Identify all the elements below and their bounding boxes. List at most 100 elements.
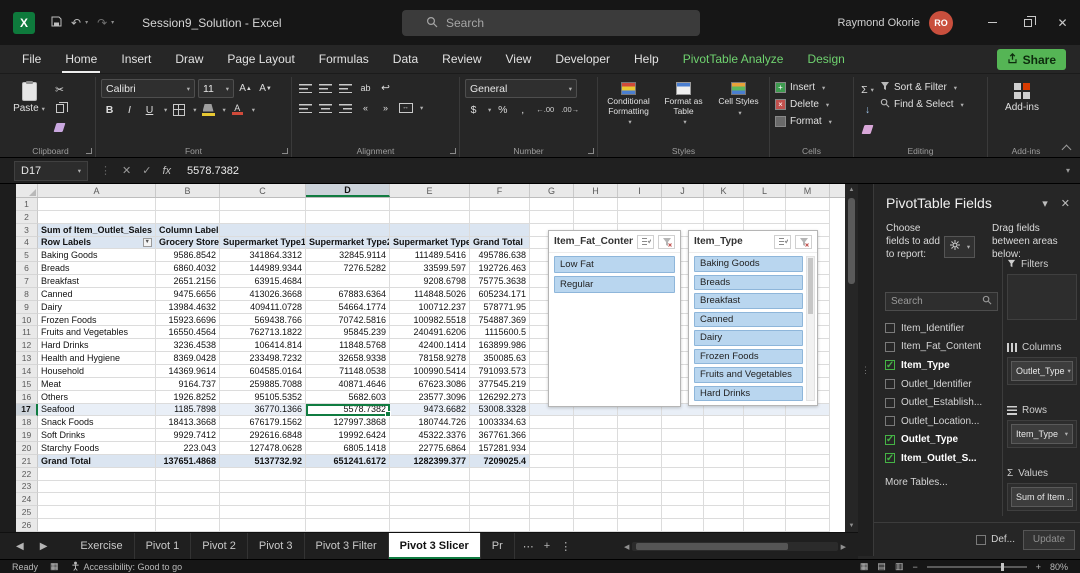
cell-K21[interactable] [704, 454, 744, 468]
cell-M23[interactable] [786, 480, 830, 494]
cell-A12[interactable]: Hard Drinks [38, 339, 156, 353]
cell-E16[interactable]: 23577.3096 [390, 390, 470, 404]
column-header-j[interactable]: J [662, 184, 704, 197]
cell-B16[interactable]: 1926.8252 [156, 390, 220, 404]
vertical-scrollbar[interactable]: ▲ ▼ [845, 184, 858, 532]
more-sheets-icon[interactable]: ⋯ [523, 540, 534, 553]
cell-D21[interactable]: 651241.6172 [306, 454, 390, 468]
cell-B7[interactable]: 2651.2156 [156, 275, 220, 288]
increase-decimal-button[interactable]: ←.00 [534, 104, 556, 115]
cell-A18[interactable]: Snack Foods [38, 416, 156, 430]
cell-B2[interactable] [156, 210, 220, 224]
sheet-tab-pivot-1[interactable]: Pivot 1 [135, 533, 192, 559]
name-box[interactable]: D17 ▾ [14, 160, 88, 181]
cell-C18[interactable]: 676179.1562 [220, 416, 306, 430]
search-box[interactable]: Search [402, 10, 700, 36]
cell-B10[interactable]: 15923.6696 [156, 313, 220, 327]
cell-C24[interactable] [220, 493, 306, 507]
cell-G22[interactable] [530, 467, 574, 481]
scroll-down-icon[interactable]: ▼ [849, 520, 855, 532]
column-header-f[interactable]: F [470, 184, 530, 197]
cell-K22[interactable] [704, 467, 744, 481]
zoom-out-icon[interactable]: − [912, 562, 917, 572]
cell-K1[interactable] [704, 198, 744, 211]
cell-K19[interactable] [704, 429, 744, 443]
cell-L26[interactable] [744, 519, 786, 532]
cell-D2[interactable] [306, 210, 390, 224]
close-pane-icon[interactable]: ✕ [1061, 197, 1070, 210]
cell-F18[interactable]: 1003334.63 [470, 416, 530, 430]
cell-E9[interactable]: 100712.237 [390, 300, 470, 314]
cell-B24[interactable] [156, 493, 220, 507]
row-header-21[interactable]: 21 [16, 454, 38, 468]
cell-J2[interactable] [662, 210, 704, 224]
cell-E8[interactable]: 114848.5026 [390, 287, 470, 301]
cell-D25[interactable] [306, 506, 390, 520]
row-header-9[interactable]: 9 [16, 300, 38, 314]
sheet-tab-pivot-3-slicer[interactable]: Pivot 3 Slicer [388, 533, 481, 559]
delete-cells-button[interactable]: × Delete ▾ [775, 96, 848, 113]
row-header-19[interactable]: 19 [16, 429, 38, 443]
cell-B4[interactable]: Grocery Store [156, 236, 220, 250]
field-outlet-establish[interactable]: Outlet_Establish... [885, 393, 1000, 412]
cell-F17[interactable]: 53008.3328 [470, 403, 530, 417]
cell-E14[interactable]: 100990.5414 [390, 364, 470, 378]
vertical-scroll-thumb[interactable] [848, 198, 855, 284]
cell-M22[interactable] [786, 467, 830, 481]
cell-L2[interactable] [744, 210, 786, 224]
row-header-24[interactable]: 24 [16, 493, 38, 507]
cell-D3[interactable] [306, 223, 390, 237]
cell-H19[interactable] [574, 429, 618, 443]
cell-F15[interactable]: 377545.219 [470, 377, 530, 391]
cell-B3[interactable]: Column Labels▼ [156, 223, 220, 237]
autosum-button[interactable]: Σ ▾ [859, 81, 876, 98]
cell-H22[interactable] [574, 467, 618, 481]
cell-D12[interactable]: 11848.5768 [306, 339, 390, 353]
column-header-a[interactable]: A [38, 184, 156, 197]
more-tables-link[interactable]: More Tables... [885, 477, 948, 488]
cell-L19[interactable] [744, 429, 786, 443]
chevron-down-icon[interactable]: ▾ [1042, 197, 1048, 210]
cell-D4[interactable]: Supermarket Type2 [306, 236, 390, 250]
cell-B13[interactable]: 8369.0428 [156, 352, 220, 365]
cell-D22[interactable] [306, 467, 390, 481]
cell-A24[interactable] [38, 493, 156, 507]
cell-D11[interactable]: 95845.239 [306, 326, 390, 340]
cell-B1[interactable] [156, 198, 220, 211]
accessibility-status[interactable]: Accessibility: Good to go [71, 561, 182, 573]
values-field-pill[interactable]: Sum of Item ... ▾ [1011, 487, 1073, 507]
cell-E21[interactable]: 1282399.377 [390, 454, 470, 468]
cell-E15[interactable]: 67623.3086 [390, 377, 470, 391]
cell-M19[interactable] [786, 429, 830, 443]
paste-button[interactable]: Paste ▾ [11, 79, 47, 136]
cell-E19[interactable]: 45322.3376 [390, 429, 470, 443]
slicer-clear-filter-icon[interactable] [658, 234, 675, 249]
close-button[interactable]: ✕ [1045, 0, 1080, 45]
cell-I1[interactable] [618, 198, 662, 211]
cell-E4[interactable]: Supermarket Type3 [390, 236, 470, 250]
cell-F25[interactable] [470, 506, 530, 520]
cell-L22[interactable] [744, 467, 786, 481]
cell-G21[interactable] [530, 454, 574, 468]
column-header-l[interactable]: L [744, 184, 786, 197]
cell-F16[interactable]: 126292.273 [470, 390, 530, 404]
dialog-launcher-icon[interactable] [282, 148, 288, 154]
cell-D9[interactable]: 54664.1774 [306, 300, 390, 314]
insert-cells-button[interactable]: + Insert ▾ [775, 79, 848, 96]
cell-M18[interactable] [786, 416, 830, 430]
cell-M20[interactable] [786, 442, 830, 455]
cell-C7[interactable]: 63915.4684 [220, 275, 306, 288]
number-format-select[interactable]: General ▾ [465, 79, 577, 98]
field-checkbox[interactable] [885, 379, 895, 390]
cell-C23[interactable] [220, 480, 306, 494]
page-layout-view-button[interactable]: ▤ [877, 561, 886, 572]
cell-D10[interactable]: 70742.5816 [306, 313, 390, 327]
row-header-3[interactable]: 3 [16, 223, 38, 237]
cell-D26[interactable] [306, 519, 390, 532]
cell-C16[interactable]: 95105.5352 [220, 390, 306, 404]
sheet-tab-exercise[interactable]: Exercise [69, 533, 135, 559]
cell-K2[interactable] [704, 210, 744, 224]
cell-B15[interactable]: 9164.737 [156, 377, 220, 391]
cell-F6[interactable]: 192726.463 [470, 262, 530, 276]
prev-sheet-icon[interactable]: ◀ [16, 541, 24, 552]
